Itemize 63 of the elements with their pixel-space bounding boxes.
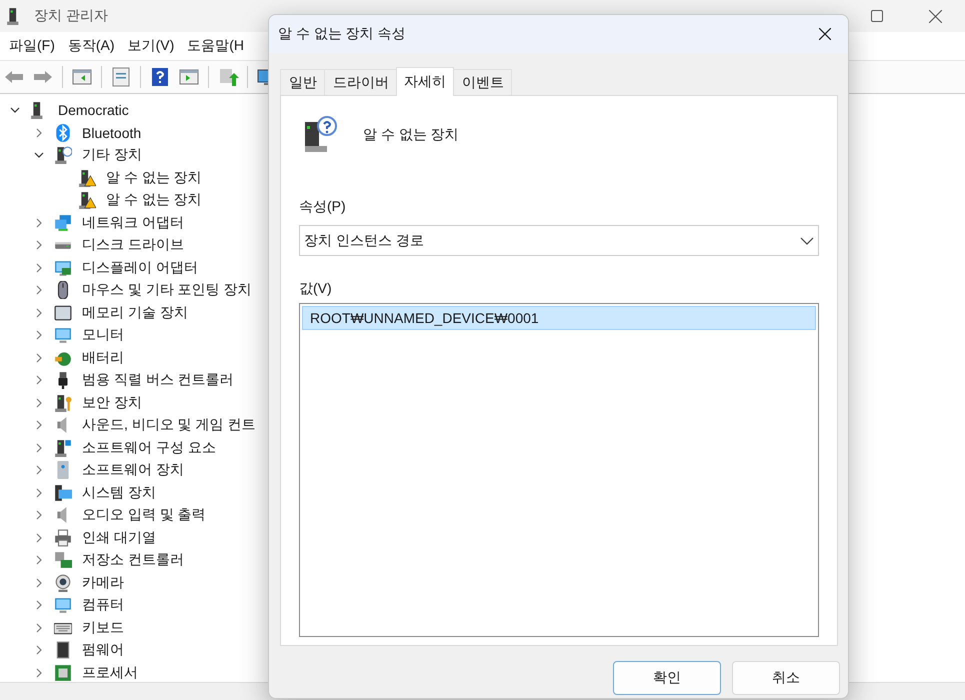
- tree-item[interactable]: Democratic: [58, 102, 129, 118]
- key-icon: [54, 394, 72, 412]
- tree-item[interactable]: 마우스 및 기타 포인팅 장치: [82, 281, 252, 300]
- network-icon: [54, 214, 72, 232]
- tree-item[interactable]: 알 수 없는 장치: [106, 191, 202, 210]
- component-icon: [54, 438, 72, 457]
- webcam-icon: [54, 574, 72, 592]
- tree-item[interactable]: 소프트웨어 구성 요소: [82, 438, 216, 457]
- bluetooth-icon: [54, 124, 72, 142]
- tree-item[interactable]: 디스플레이 어댑터: [82, 258, 198, 277]
- tree-item[interactable]: 컴퓨터: [82, 596, 124, 614]
- tab[interactable]: 이벤트: [453, 69, 512, 95]
- device-icon: [54, 146, 72, 164]
- tab[interactable]: 일반: [280, 69, 325, 95]
- dialog-button[interactable]: 확인: [613, 661, 721, 695]
- chip-icon: [54, 641, 72, 660]
- tree-item[interactable]: 모니터: [82, 326, 124, 344]
- tree-item[interactable]: 기타 장치: [82, 146, 142, 164]
- dialog-button[interactable]: 취소: [732, 661, 840, 695]
- tree-item[interactable]: 알 수 없는 장치: [106, 168, 202, 187]
- monitor-icon: [54, 326, 72, 344]
- tree-item[interactable]: 배터리: [82, 348, 124, 367]
- menu-item[interactable]: 보기(V): [122, 37, 182, 55]
- tree-item[interactable]: 카메라: [82, 574, 124, 592]
- tree-item[interactable]: 키보드: [82, 618, 124, 637]
- value-list[interactable]: ROOT₩UNNAMED_DEVICE₩0001: [299, 303, 819, 637]
- menu-item[interactable]: 파일(F): [3, 37, 62, 55]
- chevron-icon[interactable]: [10, 105, 20, 116]
- system-icon: [54, 484, 72, 502]
- memory-icon: [54, 304, 72, 322]
- menu-item[interactable]: 동작(A): [62, 37, 122, 55]
- tree-item[interactable]: 인쇄 대기열: [82, 528, 156, 547]
- chevron-icon[interactable]: [800, 236, 814, 246]
- tree-item[interactable]: 저장소 컨트롤러: [82, 551, 184, 570]
- printer-icon: [54, 528, 72, 547]
- drive-icon: [54, 240, 72, 250]
- field-label: 값(V): [299, 280, 333, 298]
- tree-item[interactable]: 펌웨어: [82, 641, 124, 660]
- list-item[interactable]: ROOT₩UNNAMED_DEVICE₩0001: [302, 306, 816, 330]
- dialog-title: 알 수 없는 장치 속성: [278, 25, 406, 43]
- tree-item[interactable]: 네트워크 어댑터: [82, 214, 184, 232]
- chevron-icon[interactable]: [34, 150, 44, 160]
- tree-item[interactable]: 프로세서: [82, 664, 138, 682]
- tree-item[interactable]: 메모리 기술 장치: [82, 304, 188, 322]
- tree-item[interactable]: 범용 직렬 버스 컨트롤러: [82, 371, 234, 390]
- processor-icon: [54, 664, 72, 682]
- warning-icon: [78, 191, 96, 210]
- field-label: 속성(P): [299, 198, 347, 216]
- property-dropdown[interactable]: 장치 인스턴스 경로: [299, 225, 819, 256]
- tree-item[interactable]: 보안 장치: [82, 394, 142, 412]
- tree-item[interactable]: Bluetooth: [82, 124, 142, 141]
- tree-item[interactable]: 사운드, 비디오 및 게임 컨트: [82, 416, 256, 434]
- tree-item[interactable]: 소프트웨어 장치: [82, 461, 184, 480]
- tree-item[interactable]: 시스템 장치: [82, 484, 156, 502]
- device-name: 알 수 없는 장치: [363, 126, 459, 144]
- window-title: 장치 관리자: [34, 7, 108, 25]
- menu-item[interactable]: 도움말(H: [181, 37, 252, 55]
- tree-item[interactable]: 오디오 입력 및 출력: [82, 506, 206, 524]
- monitor-icon: [54, 596, 72, 614]
- warning-icon: [78, 168, 96, 187]
- display-icon: [54, 258, 72, 277]
- tree-item[interactable]: 디스크 드라이브: [82, 236, 184, 254]
- tab[interactable]: 자세히: [396, 67, 454, 96]
